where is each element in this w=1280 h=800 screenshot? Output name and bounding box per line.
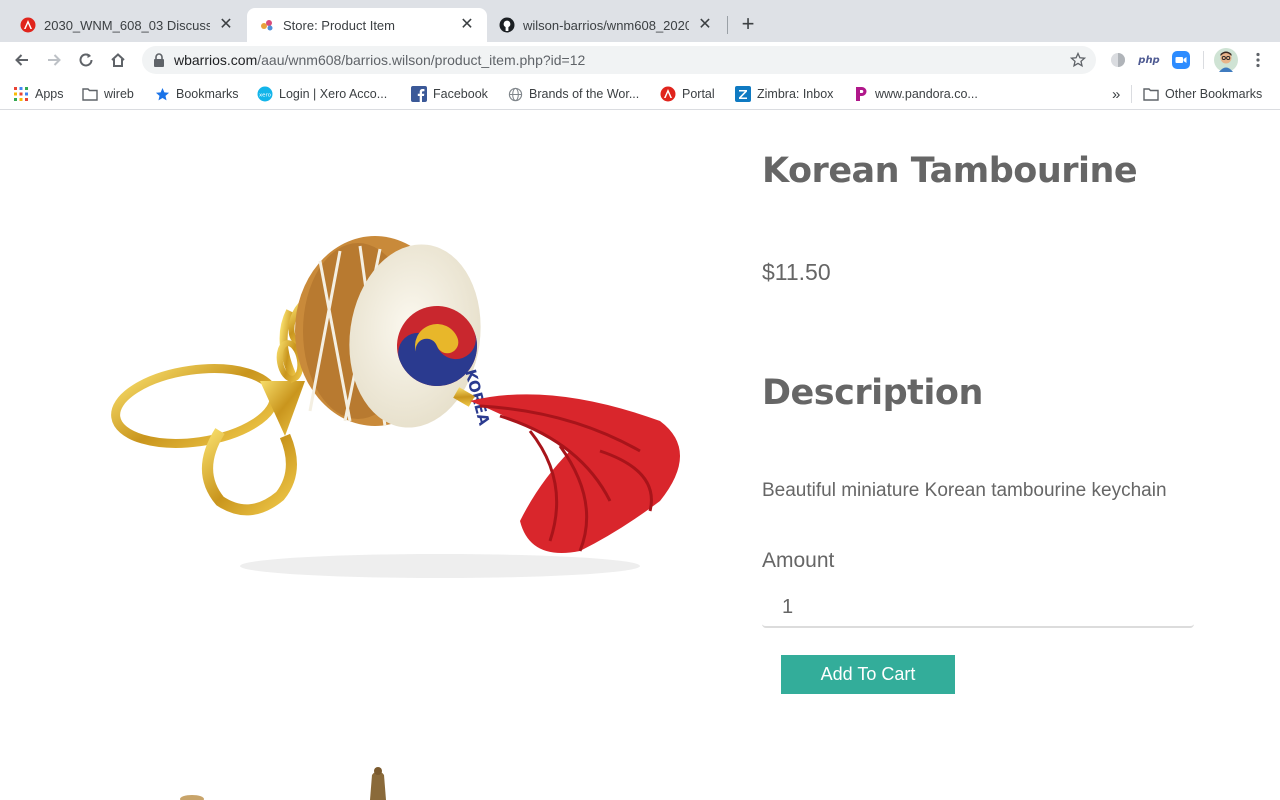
product-page: KOREA Korean Tambourine $11.50 Descripti… <box>0 111 1280 800</box>
more-menu-icon[interactable] <box>1250 50 1266 70</box>
url-path: /aau/wnm608/barrios.wilson/product_item.… <box>257 52 586 68</box>
bookmark-label: www.pandora.co... <box>875 87 978 101</box>
close-icon[interactable]: ✕ <box>218 17 234 33</box>
bookmark-pandora[interactable]: www.pandora.co... <box>853 85 978 103</box>
apps-grid-icon <box>13 86 29 102</box>
lock-icon <box>152 53 166 67</box>
star-blue-icon <box>154 86 170 102</box>
amount-label: Amount <box>762 549 835 572</box>
thumbnail-image-1 <box>180 795 204 800</box>
angular-red-icon <box>660 86 676 102</box>
tab-title: 2030_WNM_608_03 Discussion <box>44 17 210 33</box>
xero-icon: xero <box>257 86 273 102</box>
url-host: wbarrios.com <box>174 52 258 68</box>
bookmarks-bar: Apps wireb Bookmarks xero Login | Xero A… <box>0 78 1280 110</box>
bookmark-brands[interactable]: Brands of the Wor... <box>507 85 639 103</box>
tab-strip: 2030_WNM_608_03 Discussion ✕ Store: Prod… <box>0 0 1280 42</box>
tab-discussion[interactable]: 2030_WNM_608_03 Discussion ✕ <box>8 8 246 42</box>
bookmark-star-icon[interactable] <box>1069 51 1087 68</box>
product-title: Korean Tambourine <box>762 151 1138 191</box>
bookmark-label: Other Bookmarks <box>1165 87 1263 101</box>
folder-icon <box>82 86 98 102</box>
bookmark-label: Brands of the Wor... <box>529 87 640 101</box>
home-button[interactable] <box>106 48 130 72</box>
bookmark-bookmarks[interactable]: Bookmarks <box>154 85 239 103</box>
bookmark-label: Facebook <box>433 87 488 101</box>
product-thumbnails <box>160 761 420 800</box>
address-bar[interactable]: wbarrios.com/aau/wnm608/barrios.wilson/p… <box>142 46 1096 74</box>
tab-title: Store: Product Item <box>283 17 395 33</box>
bookmark-label: Zimbra: Inbox <box>757 87 834 101</box>
bookmark-label: Bookmarks <box>176 87 239 101</box>
url-text: wbarrios.com/aau/wnm608/barrios.wilson/p… <box>174 52 585 68</box>
arrow-left-icon <box>15 54 28 66</box>
bookmarks-divider <box>1131 85 1132 103</box>
arrow-right-icon <box>48 54 61 66</box>
angular-red-icon <box>20 17 36 33</box>
amount-input[interactable] <box>762 588 1194 628</box>
bookmark-wireb[interactable]: wireb <box>82 85 134 103</box>
pandora-icon <box>853 86 869 102</box>
tab-store-product-item[interactable]: Store: Product Item ✕ <box>247 8 487 42</box>
home-icon <box>111 53 125 67</box>
globe-icon <box>507 86 523 102</box>
new-tab-button[interactable]: + <box>736 13 760 37</box>
bookmark-zimbra[interactable]: Zimbra: Inbox <box>735 85 833 103</box>
bookmark-label: Apps <box>35 87 64 101</box>
product-description: Beautiful miniature Korean tambourine ke… <box>762 480 1167 501</box>
bookmarks-overflow-button[interactable]: » <box>1112 85 1120 103</box>
browser-toolbar: wbarrios.com/aau/wnm608/barrios.wilson/p… <box>0 42 1280 78</box>
bookmark-label: wireb <box>104 87 134 101</box>
product-price: $11.50 <box>762 259 831 285</box>
zoom-icon[interactable] <box>1171 50 1191 70</box>
store-favicon-icon <box>259 17 275 33</box>
github-icon <box>499 17 515 33</box>
close-icon[interactable]: ✕ <box>459 17 475 33</box>
avatar[interactable] <box>1214 48 1238 72</box>
tab-github[interactable]: wilson-barrios/wnm608_2020 ✕ <box>487 8 725 42</box>
other-bookmarks[interactable]: Other Bookmarks <box>1143 85 1262 103</box>
php-icon[interactable]: php <box>1138 50 1160 70</box>
reload-icon <box>79 53 93 67</box>
tab-separator <box>727 16 728 34</box>
bookmark-portal[interactable]: Portal <box>660 85 715 103</box>
toolbar-divider <box>1202 50 1204 70</box>
forward-button[interactable] <box>42 48 66 72</box>
reload-button[interactable] <box>74 48 98 72</box>
close-icon[interactable]: ✕ <box>697 17 713 33</box>
bookmark-label: Portal <box>682 87 715 101</box>
chevron-double-right-icon: » <box>1112 85 1121 103</box>
gray-circle-icon[interactable] <box>1108 50 1128 70</box>
add-to-cart-button[interactable]: Add To Cart <box>781 655 955 694</box>
bookmark-label: Login | Xero Acco... <box>279 87 388 101</box>
product-image: KOREA <box>100 221 700 591</box>
back-button[interactable] <box>10 48 34 72</box>
facebook-icon <box>411 86 427 102</box>
bookmark-xero[interactable]: xero Login | Xero Acco... <box>257 85 387 103</box>
description-heading: Description <box>762 373 983 413</box>
folder-icon <box>1143 86 1159 102</box>
bookmark-facebook[interactable]: Facebook <box>411 85 488 103</box>
bookmark-apps[interactable]: Apps <box>13 85 64 103</box>
svg-text:xero: xero <box>259 93 272 99</box>
tab-title: wilson-barrios/wnm608_2020 <box>523 17 689 33</box>
zimbra-icon <box>735 86 751 102</box>
thumbnail-image-2 <box>370 771 386 800</box>
